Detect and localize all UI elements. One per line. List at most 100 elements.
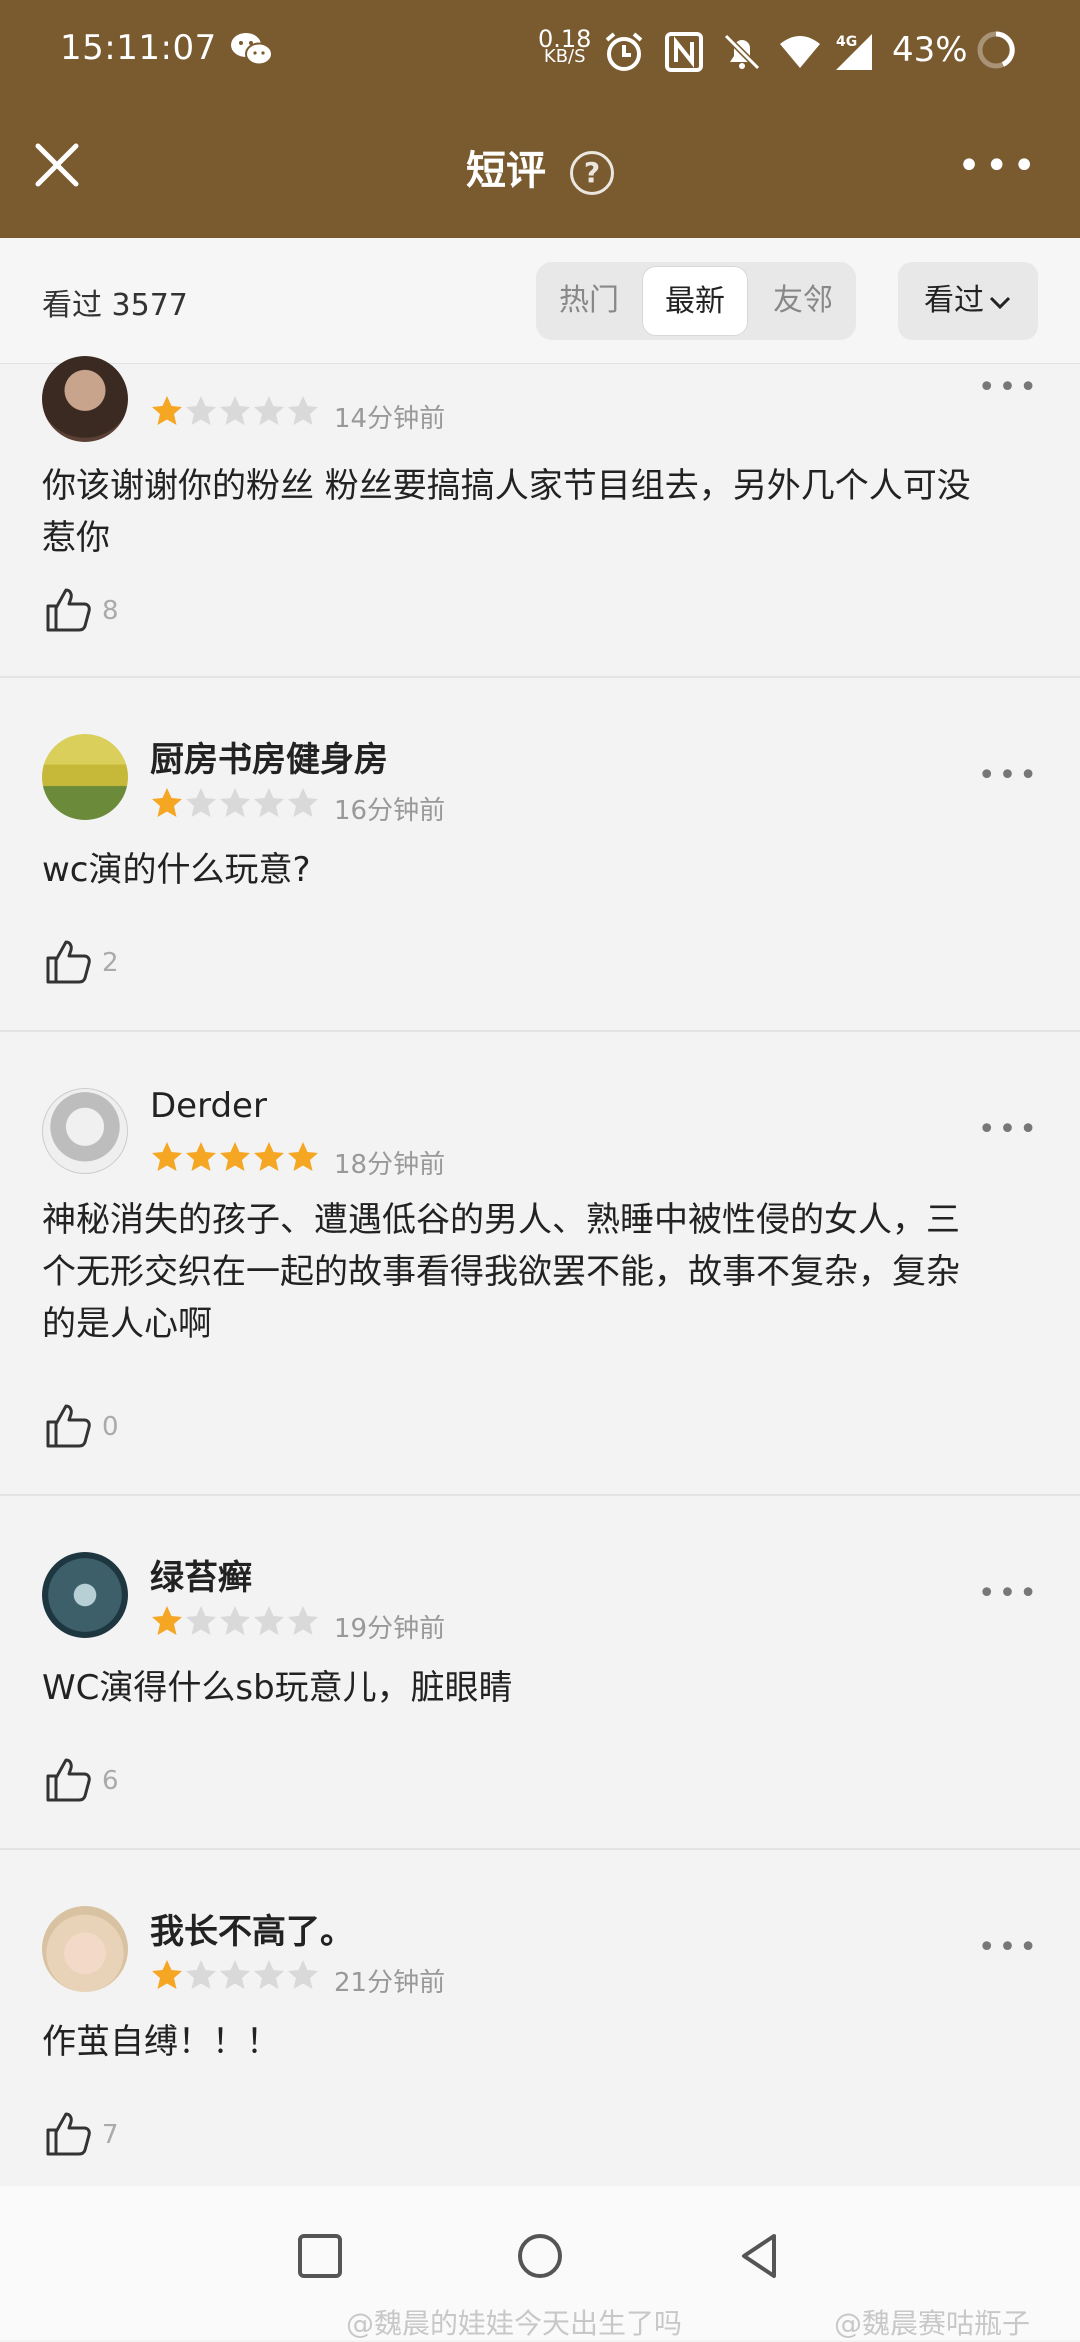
- more-options-icon[interactable]: •••: [957, 146, 1040, 186]
- page-title-wrap: 短评 ?: [0, 138, 1080, 196]
- star-filled-icon: [220, 1142, 250, 1171]
- comment-item: 绿苔癣 19分钟前 ••• WC演得什么sb玩意儿，脏眼睛 6: [0, 1498, 1080, 1850]
- thumbs-up-icon[interactable]: [44, 1756, 92, 1804]
- comment-item: Derder 18分钟前 ••• 神秘消失的孩子、遭遇低谷的男人、熟睡中被性侵的…: [0, 1034, 1080, 1496]
- thumbs-up-icon[interactable]: [44, 2110, 92, 2158]
- net-speed-unit: KB/S: [543, 46, 586, 67]
- comment-time: 16分钟前: [334, 796, 446, 826]
- like-count: 2: [102, 948, 119, 978]
- comment-line: 个无形交织在一起的故事看得我欲罢不能，故事不复杂，复杂: [42, 1252, 960, 1292]
- like-count: 0: [102, 1412, 119, 1442]
- rating-stars: [150, 394, 320, 430]
- star-empty-icon: [186, 396, 216, 425]
- rating-stars: [150, 1604, 320, 1640]
- star-empty-icon: [186, 788, 216, 817]
- status-time: 15:11:07: [60, 28, 217, 68]
- comment-time: 19分钟前: [334, 1614, 446, 1644]
- avatar[interactable]: [42, 1552, 128, 1638]
- comment-line: wc演的什么玩意?: [42, 850, 311, 890]
- page-title: 短评: [466, 148, 547, 194]
- username[interactable]: 我长不高了。: [150, 1904, 354, 1953]
- mute-bell-icon: [723, 33, 761, 71]
- star-empty-icon: [254, 1606, 284, 1635]
- comment-item: 14分钟前 ••• 你该谢谢你的粉丝 粉丝要搞搞人家节目组去，另外几个人可没 惹…: [0, 356, 1080, 678]
- status-bar: 15:11:07 0.18 KB/S 4G 43%: [0, 0, 1080, 100]
- recent-apps-icon[interactable]: [290, 2226, 350, 2286]
- username[interactable]: 厨房书房健身房: [150, 732, 388, 781]
- comment-text: 你该谢谢你的粉丝 粉丝要搞搞人家节目组去，另外几个人可没 惹你: [42, 460, 1042, 564]
- more-icon[interactable]: •••: [978, 370, 1040, 405]
- star-empty-icon: [186, 1960, 216, 1989]
- star-empty-icon: [254, 788, 284, 817]
- comment-item: 厨房书房健身房 16分钟前 ••• wc演的什么玩意? 2: [0, 680, 1080, 1032]
- comment-item: 我长不高了。 21分钟前 ••• 作茧自缚！！！ 7: [0, 1852, 1080, 2186]
- star-empty-icon: [288, 396, 318, 425]
- star-filled-icon: [152, 1960, 182, 1989]
- comment-text: 作茧自缚！！！: [42, 2016, 1042, 2068]
- avatar[interactable]: [42, 1906, 128, 1992]
- like-count: 6: [102, 1766, 119, 1796]
- star-empty-icon: [254, 396, 284, 425]
- star-empty-icon: [288, 788, 318, 817]
- comment-time: 18分钟前: [334, 1150, 446, 1180]
- star-empty-icon: [288, 1960, 318, 1989]
- comment-text: WC演得什么sb玩意儿，脏眼睛: [42, 1662, 1042, 1714]
- star-filled-icon: [288, 1142, 318, 1171]
- wechat-icon: [231, 33, 273, 66]
- thumbs-up-icon[interactable]: [44, 586, 92, 634]
- nfc-icon: [665, 32, 703, 72]
- star-empty-icon: [220, 396, 250, 425]
- avatar[interactable]: [42, 734, 128, 820]
- comment-text: 神秘消失的孩子、遭遇低谷的男人、熟睡中被性侵的女人，三 个无形交织在一起的故事看…: [42, 1194, 1042, 1350]
- username[interactable]: Derder: [150, 1086, 267, 1126]
- comment-text: wc演的什么玩意?: [42, 844, 1042, 896]
- comment-time: 14分钟前: [334, 404, 446, 434]
- like-count: 8: [102, 596, 119, 626]
- rating-stars: [150, 1958, 320, 1994]
- username[interactable]: 绿苔癣: [150, 1550, 252, 1599]
- alarm-icon: [605, 32, 643, 71]
- system-nav-bar: @魏晨的娃娃今天出生了吗 @魏晨赛咕瓶子: [0, 2186, 1080, 2340]
- star-filled-icon: [186, 1142, 216, 1171]
- thumbs-up-icon[interactable]: [44, 1402, 92, 1450]
- sort-segmented-control: 热门 最新 友邻: [536, 262, 856, 340]
- tab-latest[interactable]: 最新: [642, 266, 748, 336]
- title-bar: 短评 ? •••: [0, 100, 1080, 238]
- comment-line: 神秘消失的孩子、遭遇低谷的男人、熟睡中被性侵的女人，三: [42, 1200, 960, 1240]
- watermark-text: @魏晨的娃娃今天出生了吗: [346, 2307, 683, 2340]
- avatar[interactable]: [42, 1088, 128, 1174]
- more-icon[interactable]: •••: [978, 1112, 1040, 1147]
- tab-friends[interactable]: 友邻: [750, 262, 856, 340]
- signal-icon: 4G: [836, 34, 872, 70]
- avatar[interactable]: [42, 356, 128, 442]
- back-icon[interactable]: [730, 2226, 790, 2286]
- star-filled-icon: [152, 788, 182, 817]
- tab-hot[interactable]: 热门: [536, 262, 642, 340]
- more-icon[interactable]: •••: [978, 758, 1040, 793]
- more-icon[interactable]: •••: [978, 1576, 1040, 1611]
- help-icon[interactable]: ?: [569, 151, 614, 195]
- comment-line: 的是人心啊: [42, 1304, 212, 1344]
- home-icon[interactable]: [510, 2226, 570, 2286]
- comment-line: WC演得什么sb玩意儿，脏眼睛: [42, 1668, 513, 1708]
- star-filled-icon: [152, 396, 182, 425]
- comment-line: 你该谢谢你的粉丝 粉丝要搞搞人家节目组去，另外几个人可没: [42, 466, 971, 506]
- filter-bar: 看过 3577 热门 最新 友邻 看过: [0, 238, 1080, 364]
- comment-line: 惹你: [42, 518, 110, 558]
- rating-stars: [150, 1140, 320, 1176]
- thumbs-up-icon[interactable]: [44, 938, 92, 986]
- net-speed: 0.18 KB/S: [538, 27, 591, 67]
- more-icon[interactable]: •••: [978, 1930, 1040, 1965]
- wifi-icon: [780, 36, 820, 68]
- star-empty-icon: [220, 1960, 250, 1989]
- star-empty-icon: [220, 1606, 250, 1635]
- comment-line: 作茧自缚！！！: [42, 2022, 280, 2062]
- star-empty-icon: [288, 1606, 318, 1635]
- star-filled-icon: [152, 1606, 182, 1635]
- star-filled-icon: [254, 1142, 284, 1171]
- star-filled-icon: [152, 1142, 182, 1171]
- comment-time: 21分钟前: [334, 1968, 446, 1998]
- battery-icon: [977, 31, 1015, 69]
- star-empty-icon: [186, 1606, 216, 1635]
- seen-filter-dropdown[interactable]: 看过: [898, 262, 1038, 340]
